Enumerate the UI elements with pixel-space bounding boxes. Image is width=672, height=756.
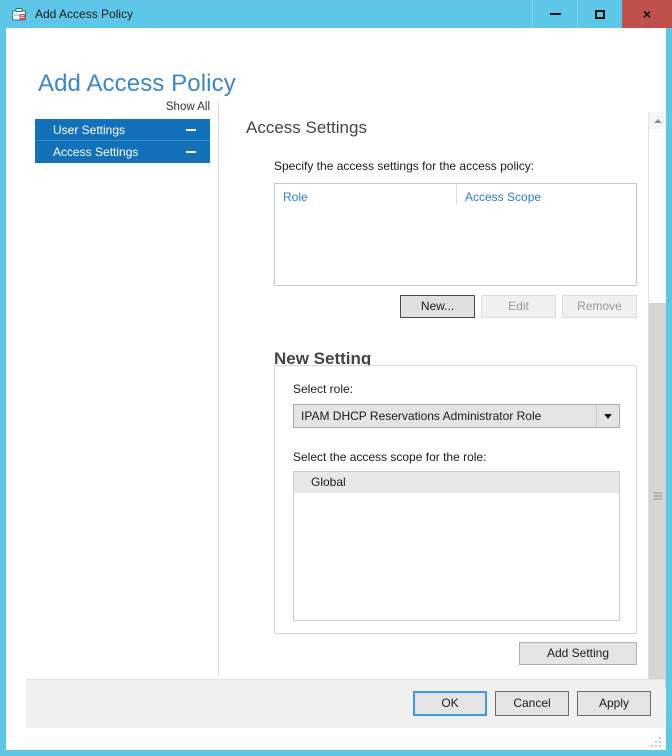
select-scope-label: Select the access scope for the role: [293, 450, 487, 464]
minus-icon[interactable] [186, 151, 196, 153]
dialog-window: Add Access Policy × Add Access Policy Sh… [0, 0, 672, 756]
minimize-button[interactable] [532, 0, 577, 28]
sidebar-item-access-settings[interactable]: Access Settings [35, 141, 210, 163]
new-setting-groupbox: Select role: IPAM DHCP Reservations Admi… [274, 365, 637, 634]
scroll-up-button[interactable] [649, 112, 666, 129]
footer-button-row: OK Cancel Apply [413, 691, 651, 716]
maximize-icon [595, 9, 605, 19]
listview-button-row: New... Edit Remove [274, 295, 637, 318]
resize-grip-icon[interactable] [651, 735, 662, 747]
sidebar-item-user-settings[interactable]: User Settings [35, 119, 210, 141]
column-header-access-scope[interactable]: Access Scope [456, 184, 636, 204]
vertical-scrollbar[interactable] [648, 112, 666, 722]
section-title: Access Settings [246, 118, 367, 137]
dialog-client-area: Add Access Policy Show All User Settings… [6, 28, 666, 750]
minus-icon[interactable] [186, 128, 196, 131]
ok-button[interactable]: OK [413, 691, 487, 716]
new-button[interactable]: New... [400, 295, 475, 318]
apply-button[interactable]: Apply [577, 691, 651, 716]
scrollbar-track[interactable] [649, 129, 666, 705]
show-all-link[interactable]: Show All [166, 101, 210, 113]
access-policy-icon [11, 6, 27, 22]
select-role-label: Select role: [293, 382, 354, 396]
page-title: Add Access Policy [38, 70, 236, 98]
role-select[interactable]: IPAM DHCP Reservations Administrator Rol… [293, 404, 620, 428]
instruction-text: Specify the access settings for the acce… [274, 159, 535, 173]
panel-splitter[interactable] [218, 101, 219, 675]
navigation-list: User Settings Access Settings [35, 119, 210, 163]
sidebar-item-label: Access Settings [53, 145, 139, 159]
window-title: Add Access Policy [35, 7, 134, 21]
close-button[interactable]: × [622, 0, 672, 28]
close-icon: × [642, 6, 652, 22]
add-setting-row: Add Setting [274, 642, 637, 665]
access-settings-listview[interactable]: Role Access Scope [274, 183, 637, 286]
role-select-value: IPAM DHCP Reservations Administrator Rol… [301, 409, 542, 423]
add-setting-button[interactable]: Add Setting [519, 642, 637, 665]
listview-header: Role Access Scope [275, 184, 636, 208]
edit-button[interactable]: Edit [481, 295, 556, 318]
scrollbar-thumb[interactable] [649, 303, 666, 688]
minimize-icon [549, 13, 561, 15]
access-scope-list[interactable]: Global [293, 471, 620, 621]
title-bar: Add Access Policy × [0, 0, 672, 28]
content-pane: Access Settings Specify the access setti… [246, 118, 637, 665]
list-item[interactable]: Global [294, 472, 619, 493]
maximize-button[interactable] [577, 0, 622, 28]
chevron-down-icon[interactable] [596, 405, 619, 427]
listview-body[interactable] [275, 208, 636, 285]
title-bar-left: Add Access Policy [11, 0, 133, 28]
grip-lines-icon [653, 492, 662, 499]
sidebar-item-label: User Settings [53, 122, 126, 137]
cancel-button[interactable]: Cancel [495, 691, 569, 716]
chevron-up-icon [653, 118, 662, 123]
column-header-role[interactable]: Role [275, 184, 456, 204]
remove-button[interactable]: Remove [562, 295, 637, 318]
window-controls: × [532, 0, 672, 28]
dialog-footer: OK Cancel Apply [26, 679, 665, 728]
